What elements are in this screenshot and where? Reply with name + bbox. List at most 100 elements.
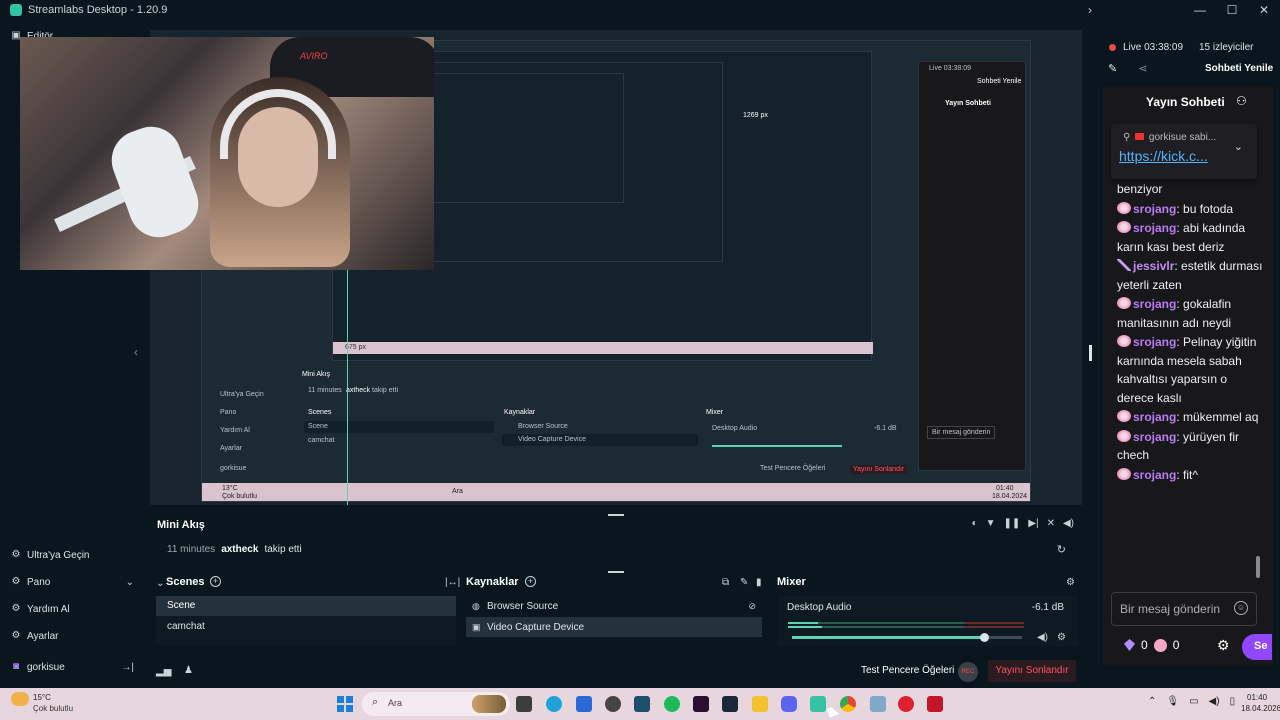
chat-settings-icon[interactable]: ⚙ [1217,637,1230,654]
end-stream-button[interactable]: Yayını Sonlandır [988,660,1076,682]
clock-date[interactable]: 18.04.2026 [1241,704,1280,713]
sidebar-item-ultra[interactable]: ⚙ Ultra'ya Geçin [10,549,134,561]
search-label: Ara [388,698,403,708]
chat-users-icon[interactable]: ⚇ [1236,94,1247,108]
source-item[interactable]: ▣ Video Capture Device [466,617,762,637]
filter-icon[interactable]: ▼ [986,518,996,529]
chevron-down-icon[interactable]: ⌄ [126,577,134,588]
scene-item[interactable]: camchat [156,617,456,637]
edit-source-icon[interactable]: ✎ [740,577,748,588]
dock-resize-handle[interactable] [608,571,624,573]
logout-icon[interactable]: →| [121,662,134,673]
visibility-off-icon[interactable]: ⊘ [748,601,756,612]
close-button[interactable]: ✕ [1248,0,1280,20]
collapse-left-icon[interactable]: ‹ [134,345,138,359]
battery-icon[interactable]: ▯ [1230,696,1236,707]
scene-item[interactable]: Scene [156,596,456,616]
chat-text: benziyor [1117,182,1163,196]
test-widgets-button[interactable]: Test Pencere Öğeleri [861,665,954,676]
chevron-down-icon[interactable]: ⌄ [1234,140,1243,153]
weather-temp[interactable]: 15°C [33,693,51,702]
clock-time[interactable]: 01:40 [1247,693,1267,702]
tool-icon[interactable] [870,696,886,712]
copy-icon[interactable]: ⧉ [722,577,729,588]
steam-icon[interactable] [722,696,738,712]
panel-resize-handle[interactable] [1089,345,1092,361]
chat-username[interactable]: srojang [1133,221,1176,235]
volume-knob[interactable] [980,633,989,642]
chat-username[interactable]: srojang [1133,335,1176,349]
network-icon[interactable]: ▭ [1189,696,1198,707]
folder-icon[interactable] [752,696,768,712]
stats-icon[interactable]: ▂▅ [156,666,171,677]
red-app-icon[interactable] [898,696,914,712]
speaker-icon[interactable]: ◀) [1037,632,1048,643]
share-icon[interactable]: ⋖ [1138,63,1147,75]
scene-transitions-icon[interactable]: |↔| [445,577,460,588]
skip-icon[interactable]: ▶| [1028,518,1038,529]
notification-icon[interactable]: ♟ [184,665,193,676]
microphone-icon[interactable]: 🎙︎ [1166,696,1179,707]
edge-icon[interactable] [546,696,562,712]
chrome-icon[interactable] [840,696,856,712]
audio-channel-name: Desktop Audio [787,602,852,613]
windows-start-icon[interactable] [337,696,353,712]
epic-icon[interactable] [693,696,709,712]
nested-mini-title: Mini Akış [302,371,331,378]
send-button[interactable]: Se [1242,634,1272,660]
flower-badge-icon [1117,410,1131,422]
store-icon[interactable] [576,696,592,712]
chat-username[interactable]: srojang [1133,297,1176,311]
shield-icon[interactable]: ◐ [972,518,978,529]
record-button[interactable]: REC [958,662,978,682]
maximize-button[interactable]: ☐ [1216,0,1248,20]
volume-icon[interactable]: ◀) [1063,518,1074,529]
add-scene-icon[interactable]: + [210,576,221,587]
tray-chevron-icon[interactable]: ⌃ [1148,696,1156,707]
discord-icon[interactable] [781,696,797,712]
emoji-icon[interactable]: ☺ [1234,601,1248,615]
sidebar-item-account[interactable]: ◙ gorkisue →| [10,661,134,673]
source-item[interactable]: ◍ Browser Source ⊘ [466,596,762,616]
sidebar-item-settings[interactable]: ⚙ Ayarlar [10,630,134,642]
chat-username[interactable]: srojang [1133,202,1176,216]
mixer-title: Mixer [777,576,806,588]
chevron-right-icon[interactable]: › [1088,3,1092,17]
pause-icon[interactable]: ❚❚ [1004,518,1021,529]
mute-alerts-icon[interactable]: ✕ [1047,518,1055,529]
webcam-source[interactable]: AVIRO [20,37,434,270]
sidebar-item-help[interactable]: ⚙ Yardım Al [10,603,134,615]
chat-username[interactable]: srojang [1133,468,1176,482]
volume-slider[interactable] [792,633,1022,642]
streamlabs-taskbar-icon[interactable] [810,696,826,712]
chatgpt-icon[interactable] [605,696,621,712]
pinned-link[interactable]: https://kick.c... [1119,148,1208,164]
folder-icon[interactable]: ▮ [756,577,762,588]
taskbar-search[interactable]: ⌕ Ara [362,692,510,716]
refresh-icon[interactable]: ↻ [1057,543,1066,556]
collapse-icon[interactable]: ⌄ [156,578,164,589]
chat-username[interactable]: srojang [1133,410,1176,424]
nested-end: Yayını Sonlandır [850,465,908,474]
red-app-2-icon[interactable] [927,696,943,712]
chat-scrollbar[interactable] [1256,556,1260,578]
nested-weather: Çok bulutlu [222,493,258,500]
chat-username[interactable]: srojang [1133,430,1176,444]
mixer-settings-icon[interactable]: ⚙ [1066,577,1075,588]
minimize-button[interactable]: — [1184,0,1216,20]
window-title: Streamlabs Desktop - 1.20.9 [28,4,168,16]
channel-settings-icon[interactable]: ⚙ [1057,632,1066,643]
pencil-icon[interactable]: ✎ [1108,63,1117,75]
volume-icon[interactable]: ◀) [1209,696,1220,707]
refresh-chat-button[interactable]: Sohbeti Yenile [1205,63,1273,74]
weather-desc[interactable]: Çok bulutlu [33,704,73,713]
sidebar-item-dashboard[interactable]: ⚙ Pano ⌄ [10,576,134,588]
weather-icon[interactable] [11,692,29,706]
add-source-icon[interactable]: + [525,576,536,587]
task-view-icon[interactable] [516,696,532,712]
app-icon[interactable] [634,696,650,712]
pinned-message[interactable]: ⚲ gorkisue sabi... https://kick.c... ⌄ [1111,124,1257,179]
chat-username[interactable]: jessivlr [1133,259,1174,273]
spotify-icon[interactable] [664,696,680,712]
guide-line [347,270,348,505]
